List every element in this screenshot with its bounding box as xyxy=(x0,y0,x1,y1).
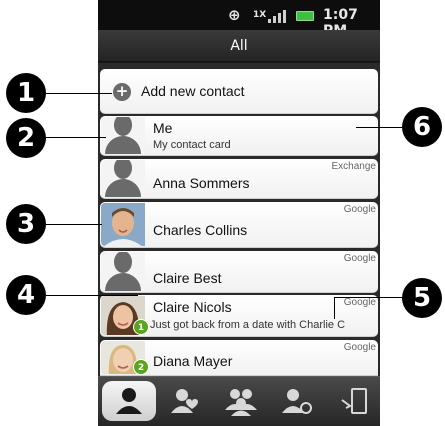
unread-update-badge: 2 xyxy=(133,359,149,375)
status-bar: ⊕ 1X 1:07 PM xyxy=(98,0,380,39)
phone-screen: ⊕ 1X 1:07 PM All + Add new contact Me My… xyxy=(98,0,380,426)
callout-3: 3 xyxy=(6,204,46,244)
callout-1: 1 xyxy=(6,73,46,113)
sync-icon: ⊕ xyxy=(228,6,241,24)
contact-row-me[interactable]: Me My contact card xyxy=(100,116,378,156)
add-new-contact-button[interactable]: + Add new contact xyxy=(100,69,378,114)
page-title: All xyxy=(98,30,380,62)
person-icon xyxy=(116,388,142,414)
tab-call-history[interactable] xyxy=(326,381,380,421)
contact-subtitle: My contact card xyxy=(153,139,231,151)
callout-leader-line xyxy=(46,93,112,94)
contact-row[interactable]: Google Claire Best xyxy=(100,251,378,293)
contact-name: Claire Best xyxy=(153,270,222,286)
contact-name: Diana Mayer xyxy=(153,353,233,369)
tab-groups[interactable] xyxy=(214,381,268,421)
account-source-label: Google xyxy=(343,204,376,215)
callout-leader-line xyxy=(46,137,106,138)
group-icon xyxy=(225,389,257,416)
contact-status-message: Just got back from a date with Charlie C xyxy=(150,319,346,331)
callout-leader-line xyxy=(356,127,402,128)
tab-favorites[interactable] xyxy=(158,381,212,421)
battery-icon xyxy=(296,11,314,21)
account-source-label: Google xyxy=(343,342,376,353)
callout-2: 2 xyxy=(6,118,46,158)
person-heart-icon xyxy=(171,389,198,413)
add-contact-label: Add new contact xyxy=(141,83,245,99)
phone-call-icon xyxy=(341,388,367,414)
callout-leader-line xyxy=(46,224,102,225)
contact-photo xyxy=(101,160,145,197)
default-avatar-icon xyxy=(105,160,141,197)
tab-online[interactable] xyxy=(270,381,324,421)
contact-row[interactable]: 1 Google Claire Nicols Just got back fro… xyxy=(100,295,378,337)
callout-5: 5 xyxy=(402,278,442,318)
contact-name: Me xyxy=(153,120,173,136)
contact-photo xyxy=(101,252,145,291)
person-sync-icon xyxy=(282,389,312,414)
default-avatar-icon xyxy=(105,252,141,291)
contact-name: Claire Nicols xyxy=(153,299,232,315)
add-icon: + xyxy=(113,83,131,101)
tab-all[interactable] xyxy=(102,381,156,421)
contact-name: Charles Collins xyxy=(153,222,248,238)
account-source-label: Google xyxy=(343,297,376,308)
callout-leader-line xyxy=(334,297,335,319)
contact-photo xyxy=(101,117,145,154)
account-source-label: Exchange xyxy=(331,161,376,172)
contact-photo xyxy=(101,203,145,246)
callout-leader-line xyxy=(46,295,138,296)
unread-update-badge: 1 xyxy=(133,319,149,335)
contact-row[interactable]: 2 Google Diana Mayer xyxy=(100,340,378,376)
callout-leader-line xyxy=(334,297,402,298)
signal-strength-icon xyxy=(268,9,290,23)
callout-4: 4 xyxy=(6,275,46,315)
contact-row[interactable]: Exchange Anna Sommers xyxy=(100,159,378,199)
bottom-tab-bar xyxy=(98,376,380,426)
callout-6: 6 xyxy=(402,107,442,147)
contact-row[interactable]: Google Charles Collins xyxy=(100,202,378,248)
account-source-label: Google xyxy=(343,253,376,264)
default-avatar-icon xyxy=(105,117,141,154)
contacts-list: + Add new contact Me My contact card Exc… xyxy=(98,63,380,376)
contact-name: Anna Sommers xyxy=(153,175,250,191)
man-portrait-photo xyxy=(101,203,145,246)
network-type-label: 1X xyxy=(253,10,267,20)
